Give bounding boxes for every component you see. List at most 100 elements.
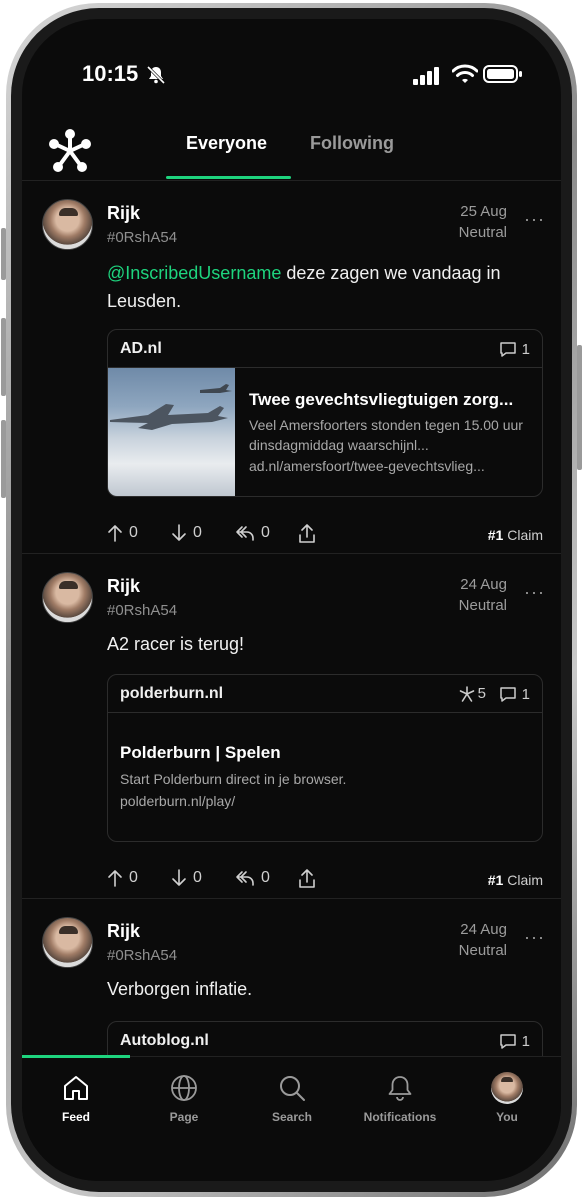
post-author[interactable]: Rijk bbox=[107, 203, 140, 224]
upvote-button[interactable]: 0 bbox=[107, 869, 138, 887]
mute-switch bbox=[1, 228, 6, 280]
card-domain: polderburn.nl bbox=[120, 685, 224, 702]
more-options-icon[interactable]: ··· bbox=[524, 209, 545, 230]
claim-label: Claim bbox=[507, 527, 543, 543]
tab-you[interactable]: You bbox=[462, 1071, 552, 1124]
reply-icon bbox=[236, 871, 254, 886]
screen: 10:15 Everyone Following Rijk #0RshA54 2… bbox=[22, 19, 561, 1181]
card-domain: Autoblog.nl bbox=[120, 1032, 209, 1049]
post[interactable]: Rijk #0RshA54 25 Aug Neutral ··· @Inscri… bbox=[22, 181, 561, 554]
card-description: Start Polderburn direct in je browser. bbox=[120, 771, 347, 787]
arrow-up-icon bbox=[108, 870, 122, 887]
card-url[interactable]: polderburn.nl/play/ bbox=[120, 793, 530, 809]
repost-button[interactable]: 0 bbox=[235, 869, 270, 887]
bell-icon bbox=[388, 1076, 412, 1101]
star-count[interactable]: 5 bbox=[459, 685, 486, 702]
more-options-icon[interactable]: ··· bbox=[524, 582, 545, 603]
bottom-tab-bar: Feed Page Search Notifications You bbox=[22, 1055, 561, 1181]
upvote-count: 0 bbox=[129, 869, 138, 886]
scroll-progress-indicator bbox=[22, 1055, 130, 1058]
comment-count[interactable]: 1 bbox=[499, 1032, 530, 1050]
tab-label: Search bbox=[271, 1110, 313, 1124]
post-actions: 0 0 0 #1 Claim bbox=[107, 524, 543, 550]
tab-page[interactable]: Page bbox=[139, 1071, 229, 1124]
search-icon bbox=[280, 1076, 305, 1101]
volume-down-button bbox=[1, 420, 6, 498]
reply-icon bbox=[236, 526, 254, 541]
post-stance: Neutral bbox=[458, 224, 507, 241]
card-url[interactable]: ad.nl/amersfoort/twee-gevechtsvlieg... bbox=[249, 458, 530, 474]
tab-label: Feed bbox=[61, 1110, 90, 1124]
tab-search[interactable]: Search bbox=[247, 1071, 337, 1124]
link-preview-card[interactable]: Autoblog.nl 1 bbox=[107, 1021, 543, 1056]
comment-count-value: 1 bbox=[521, 685, 530, 703]
comment-icon bbox=[499, 687, 516, 702]
feed-list[interactable]: Rijk #0RshA54 25 Aug Neutral ··· @Inscri… bbox=[22, 181, 561, 1056]
card-header: AD.nl 1 bbox=[108, 330, 542, 368]
post-text: @InscribedUsername deze zagen we vandaag… bbox=[107, 259, 541, 315]
silent-mode-icon bbox=[146, 65, 166, 90]
card-description: Veel Amersfoorters stonden tegen 15.00 u… bbox=[249, 417, 523, 453]
card-domain: AD.nl bbox=[120, 340, 162, 357]
post-stance: Neutral bbox=[458, 942, 507, 959]
arrow-down-icon bbox=[172, 524, 186, 541]
share-icon bbox=[299, 524, 315, 543]
volume-up-button bbox=[1, 318, 6, 396]
article-thumbnail bbox=[108, 368, 235, 496]
globe-icon bbox=[171, 1075, 197, 1101]
tab-everyone[interactable]: Everyone bbox=[186, 133, 267, 154]
cellular-signal-icon bbox=[413, 67, 441, 90]
app-logo-icon[interactable] bbox=[46, 127, 94, 180]
post-actions: 0 0 0 #1 Claim bbox=[107, 869, 543, 895]
post-stance: Neutral bbox=[458, 597, 507, 614]
power-button bbox=[577, 345, 582, 470]
upvote-button[interactable]: 0 bbox=[107, 524, 138, 542]
card-title[interactable]: Polderburn | Spelen bbox=[120, 743, 528, 763]
post-text: Verborgen inflatie. bbox=[107, 979, 253, 999]
post-date: 24 Aug bbox=[460, 921, 507, 938]
tab-label: You bbox=[496, 1110, 518, 1124]
home-icon bbox=[64, 1076, 88, 1100]
claim-number: #1 bbox=[487, 872, 504, 888]
mention-link[interactable]: @InscribedUsername bbox=[107, 263, 281, 283]
tab-following[interactable]: Following bbox=[310, 133, 394, 154]
comment-count-value: 1 bbox=[521, 1032, 530, 1050]
feed-header: Everyone Following bbox=[22, 119, 561, 181]
more-options-icon[interactable]: ··· bbox=[524, 927, 545, 948]
avatar bbox=[491, 1072, 523, 1104]
comment-count[interactable]: 1 bbox=[499, 340, 530, 358]
comment-count[interactable]: 1 bbox=[499, 685, 530, 703]
card-title[interactable]: Twee gevechtsvliegtuigen zorg... bbox=[249, 390, 528, 410]
repost-button[interactable]: 0 bbox=[235, 524, 270, 542]
tab-feed[interactable]: Feed bbox=[31, 1071, 121, 1124]
post[interactable]: Rijk #0RshA54 24 Aug Neutral ··· A2 race… bbox=[22, 554, 561, 899]
claim-button[interactable]: #1 Claim bbox=[488, 527, 543, 543]
status-bar: 10:15 bbox=[22, 19, 561, 119]
arrow-down-icon bbox=[172, 869, 186, 886]
downvote-button[interactable]: 0 bbox=[171, 524, 202, 542]
downvote-button[interactable]: 0 bbox=[171, 869, 202, 887]
avatar[interactable] bbox=[42, 572, 93, 623]
card-header: polderburn.nl 5 1 bbox=[108, 675, 542, 713]
post[interactable]: Rijk #0RshA54 24 Aug Neutral ··· Verborg… bbox=[22, 899, 561, 1056]
post-author[interactable]: Rijk bbox=[107, 576, 140, 597]
tab-label: Notifications bbox=[363, 1110, 437, 1124]
post-author[interactable]: Rijk bbox=[107, 921, 140, 942]
share-button[interactable] bbox=[298, 869, 316, 889]
post-date: 24 Aug bbox=[460, 576, 507, 593]
claim-button[interactable]: #1 Claim bbox=[488, 872, 543, 888]
post-handle: #0RshA54 bbox=[107, 947, 178, 964]
share-button[interactable] bbox=[298, 524, 316, 544]
downvote-count: 0 bbox=[193, 524, 202, 541]
tab-notifications[interactable]: Notifications bbox=[355, 1071, 445, 1124]
status-time: 10:15 bbox=[82, 61, 139, 86]
arrow-up-icon bbox=[108, 525, 122, 542]
post-handle: #0RshA54 bbox=[107, 602, 178, 619]
phone-frame: 10:15 Everyone Following Rijk #0RshA54 2… bbox=[6, 3, 577, 1197]
link-preview-card[interactable]: polderburn.nl 5 1 Polderburn | Spelen St… bbox=[107, 674, 543, 842]
link-preview-card[interactable]: AD.nl 1 Twee gevechtsvliegtuigen zorg...… bbox=[107, 329, 543, 497]
avatar[interactable] bbox=[42, 917, 93, 968]
repost-count: 0 bbox=[261, 869, 270, 886]
avatar[interactable] bbox=[42, 199, 93, 250]
repost-count: 0 bbox=[261, 524, 270, 541]
